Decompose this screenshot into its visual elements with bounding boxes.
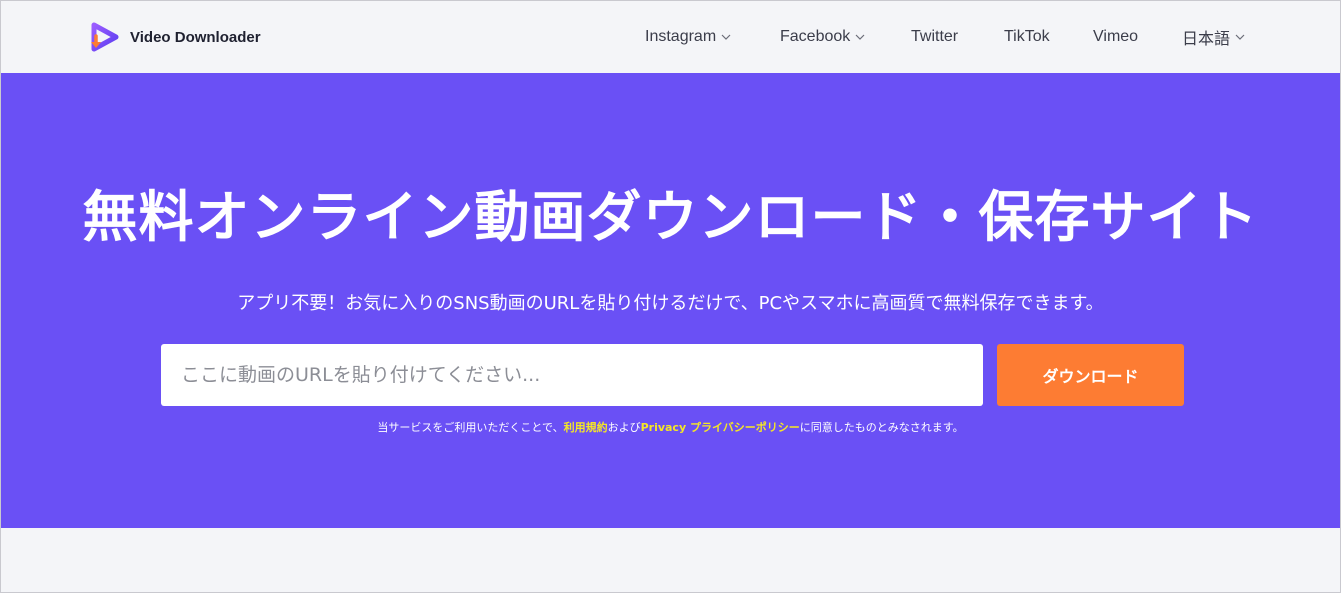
nav-label: Instagram: [645, 28, 717, 45]
nav-item-facebook[interactable]: Facebook: [780, 27, 865, 47]
nav-label: Facebook: [780, 28, 851, 45]
hero-section: 無料オンライン動画ダウンロード・保存サイト アプリ不要！お気に入りのSNS動画の…: [1, 73, 1340, 528]
terms-middle: および: [607, 421, 641, 434]
url-input[interactable]: [161, 344, 983, 406]
terms-of-service-link[interactable]: 利用規約: [564, 421, 608, 434]
hero-subtitle: アプリ不要！お気に入りのSNS動画のURLを貼り付けるだけで、PCやスマホに高画…: [237, 293, 1104, 314]
page-title: 無料オンライン動画ダウンロード・保存サイト: [82, 185, 1259, 249]
nav-label: Twitter: [911, 28, 959, 45]
chevron-down-icon: [855, 34, 865, 40]
nav-label: Vimeo: [1093, 28, 1139, 45]
nav-item-tiktok[interactable]: TikTok: [1004, 27, 1050, 47]
nav-item-twitter[interactable]: Twitter: [911, 27, 958, 47]
nav-item-language[interactable]: 日本語: [1182, 27, 1245, 48]
site-header: Video Downloader Instagram Facebook Twit…: [1, 1, 1340, 73]
nav-item-vimeo[interactable]: Vimeo: [1093, 27, 1138, 47]
nav-label: TikTok: [1004, 28, 1050, 45]
terms-suffix: に同意したものとみなされます。: [799, 421, 964, 434]
chevron-down-icon: [1235, 34, 1245, 40]
nav-label: 日本語: [1182, 31, 1231, 48]
main-nav: Instagram Facebook Twitter TikTok Vimeo …: [1, 1, 1340, 73]
terms-notice: 当サービスをご利用いただくことで、利用規約およびPrivacy プライバシーポリ…: [1, 419, 1340, 435]
privacy-policy-link[interactable]: Privacy プライバシーポリシー: [641, 421, 800, 434]
download-button[interactable]: ダウンロード: [997, 344, 1184, 406]
chevron-down-icon: [721, 34, 731, 40]
terms-prefix: 当サービスをご利用いただくことで、: [377, 421, 564, 434]
nav-item-instagram[interactable]: Instagram: [645, 27, 731, 47]
